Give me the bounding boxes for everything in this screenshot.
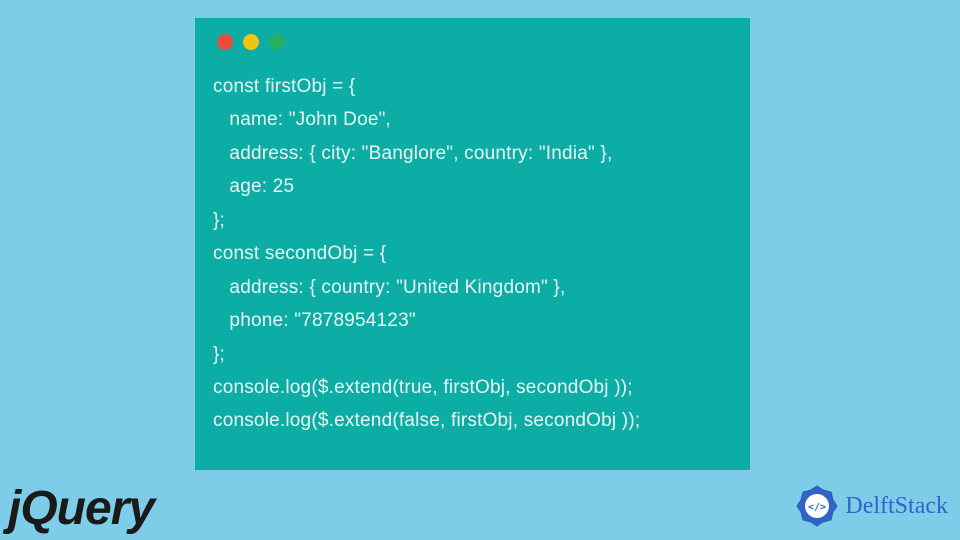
jquery-logo: jQuery [8,481,154,536]
window-controls [217,34,732,50]
delftstack-label: DelftStack [845,493,948,520]
code-window: const firstObj = { name: "John Doe", add… [195,18,750,470]
gear-icon: </> [793,482,841,530]
maximize-icon [269,34,285,50]
code-block: const firstObj = { name: "John Doe", add… [213,70,732,438]
svg-text:</>: </> [808,502,826,513]
close-icon [217,34,233,50]
delftstack-logo: </> DelftStack [793,482,948,530]
minimize-icon [243,34,259,50]
